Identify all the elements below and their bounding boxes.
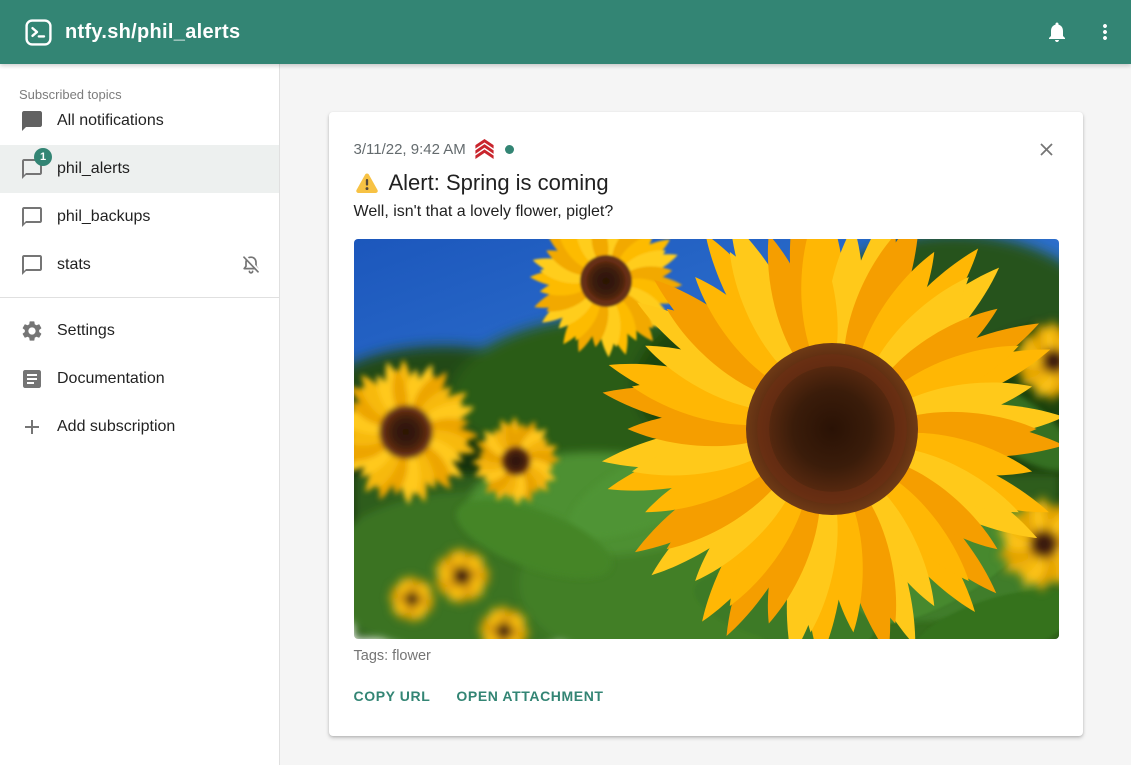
sidebar-item-label: Documentation	[57, 370, 165, 388]
sidebar-item-label: Add subscription	[57, 418, 175, 436]
copy-url-button[interactable]: COPY URL	[346, 680, 439, 712]
close-icon	[1036, 139, 1057, 160]
overflow-menu-button[interactable]	[1081, 8, 1129, 56]
sidebar-item-label: Settings	[57, 322, 115, 340]
attachment-image[interactable]	[354, 239, 1059, 639]
timestamp: 3/11/22, 9:42 AM	[354, 141, 466, 158]
notification-title-text: Alert: Spring is coming	[389, 168, 609, 198]
sidebar-item-label: phil_backups	[57, 208, 150, 226]
sidebar-section-label: Subscribed topics	[0, 64, 279, 97]
sidebar-divider	[0, 297, 279, 298]
notifications-button[interactable]	[1033, 8, 1081, 56]
plus-icon	[20, 415, 44, 439]
more-vert-icon	[1093, 20, 1117, 44]
sidebar: Subscribed topics All notifications 1 ph…	[0, 64, 280, 765]
sidebar-item-settings[interactable]: Settings	[0, 307, 279, 355]
chat-bubble-outline-icon: 1	[20, 157, 44, 181]
sidebar-item-documentation[interactable]: Documentation	[0, 355, 279, 403]
notification-meta-row: 3/11/22, 9:42 AM	[354, 138, 1059, 160]
app-logo-icon[interactable]	[25, 19, 52, 46]
notification-actions: COPY URL OPEN ATTACHMENT	[346, 680, 1059, 712]
sidebar-item-all-notifications[interactable]: All notifications	[0, 97, 279, 145]
page-title: ntfy.sh/phil_alerts	[65, 21, 1033, 44]
sidebar-item-phil-backups[interactable]: phil_backups	[0, 193, 279, 241]
notification-tags: Tags: flower	[354, 648, 1059, 664]
bell-icon	[1045, 20, 1069, 44]
sidebar-item-add-subscription[interactable]: Add subscription	[0, 403, 279, 451]
open-attachment-button[interactable]: OPEN ATTACHMENT	[448, 680, 611, 712]
notification-card: 3/11/22, 9:42 AM	[329, 112, 1083, 736]
app-bar: ntfy.sh/phil_alerts	[0, 0, 1131, 64]
article-icon	[20, 367, 44, 391]
chat-bubble-filled-icon	[20, 109, 44, 133]
chat-bubble-outline-icon	[20, 205, 44, 229]
unread-dot	[505, 145, 514, 154]
unread-count-badge: 1	[34, 148, 52, 166]
sidebar-item-label: All notifications	[57, 112, 164, 130]
chat-bubble-outline-icon	[20, 253, 44, 277]
notification-title: Alert: Spring is coming	[354, 168, 1059, 198]
main-content: 3/11/22, 9:42 AM	[280, 64, 1131, 765]
warning-icon	[354, 171, 380, 195]
close-notification-button[interactable]	[1035, 137, 1059, 161]
priority-max-icon	[473, 139, 496, 159]
sidebar-item-stats[interactable]: stats	[0, 241, 279, 289]
gear-icon	[20, 319, 44, 343]
sidebar-item-phil-alerts[interactable]: 1 phil_alerts	[0, 145, 279, 193]
sidebar-item-label: stats	[57, 256, 91, 274]
sidebar-menu: Settings Documentation Add subscription	[0, 307, 279, 451]
notification-body: Well, isn't that a lovely flower, piglet…	[354, 201, 1059, 223]
bell-off-icon	[239, 253, 263, 277]
sidebar-item-label: phil_alerts	[57, 160, 130, 178]
appbar-actions	[1033, 8, 1131, 56]
topic-list: All notifications 1 phil_alerts phil_bac…	[0, 97, 279, 289]
